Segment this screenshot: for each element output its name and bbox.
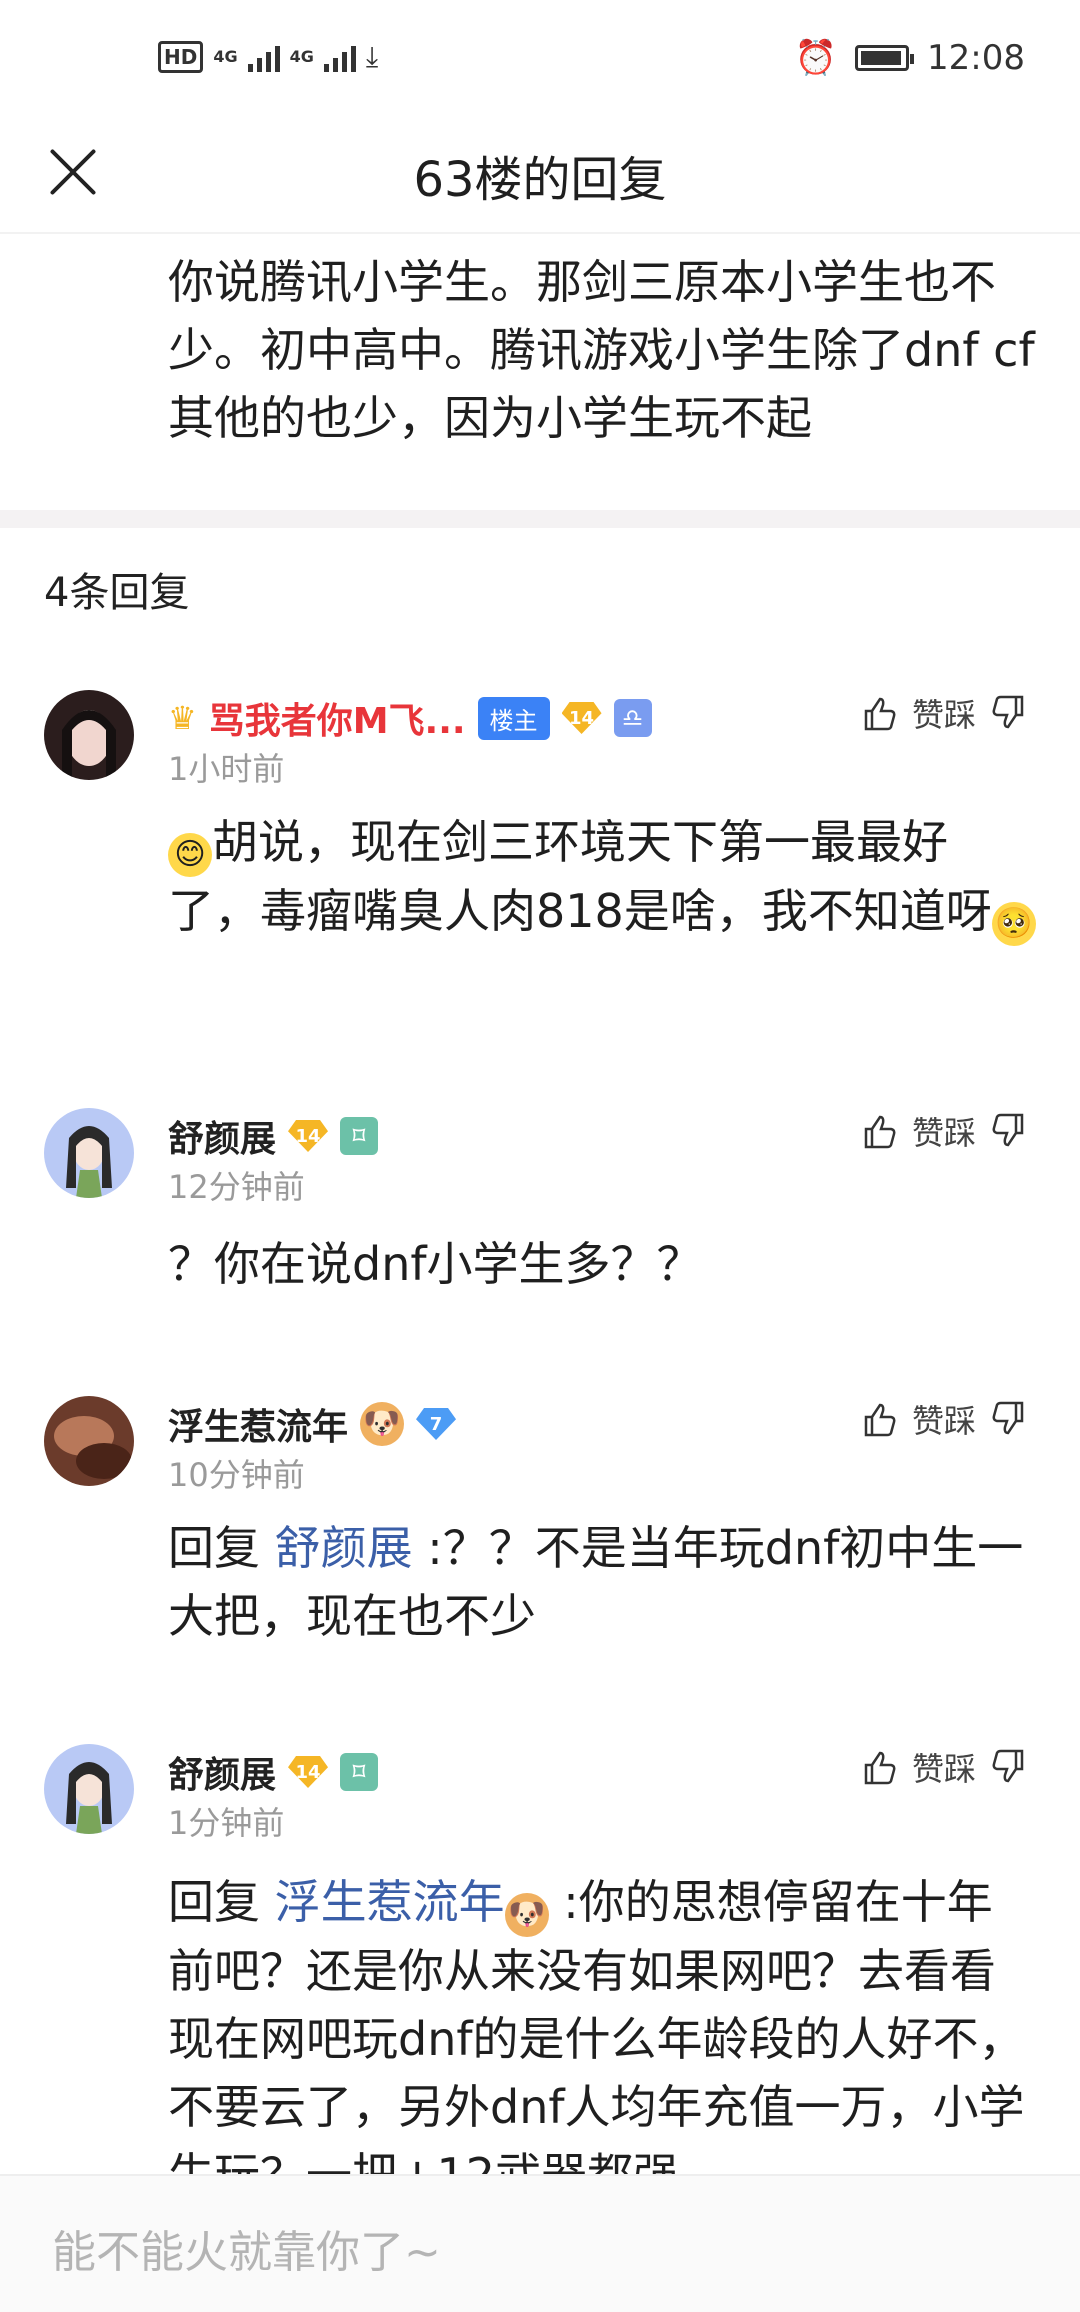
status-bar: HD 4G 4G ⤓ ⏰ 12:08: [0, 0, 1080, 120]
hd-icon: HD: [158, 41, 204, 73]
status-left: HD 4G 4G ⤓: [158, 40, 378, 74]
thumbs-up-icon[interactable]: [858, 1111, 898, 1151]
thumbs-up-icon[interactable]: [858, 1747, 898, 1787]
username-row: 舒颜展 14 ⌑: [168, 1746, 379, 1798]
clock: 12:08: [927, 38, 1025, 78]
username[interactable]: 舒颜展: [168, 1110, 276, 1162]
reply-input-placeholder[interactable]: 能不能火就靠你了~: [52, 2216, 441, 2280]
smile-emoji-icon: 😊: [168, 833, 212, 877]
username-row: 浮生惹流年 🐶 7: [168, 1398, 457, 1450]
comment-time: 12分钟前: [168, 1168, 305, 1206]
thumbs-down-icon[interactable]: [990, 1111, 1030, 1151]
puppy-eyes-emoji-icon: 🥺: [991, 902, 1036, 946]
avatar[interactable]: [44, 1744, 134, 1834]
battery-icon: [855, 45, 915, 71]
vote-label: 赞踩: [911, 1402, 976, 1440]
avatar[interactable]: [44, 690, 134, 780]
vote-label: 赞踩: [911, 1750, 976, 1788]
comment-text: ？你在说dnf小学生多？？: [168, 1237, 703, 1291]
crown-icon: ♛: [168, 699, 197, 737]
doge-emoji-icon: 🐶: [504, 1893, 549, 1937]
username-row: 舒颜展 14 ⌑: [168, 1110, 379, 1162]
medal-icon: ⌑: [340, 1753, 379, 1791]
comment-time: 1分钟前: [168, 1804, 285, 1842]
thumbs-down-icon[interactable]: [990, 693, 1030, 733]
vote-actions: 赞踩: [858, 1108, 1030, 1154]
libra-icon: ♎: [613, 699, 652, 737]
op-badge: 楼主: [477, 696, 550, 740]
page-title: 63楼的回复: [413, 152, 667, 208]
reply-count: 4条回复: [44, 570, 190, 616]
doge-emoji-icon: 🐶: [360, 1402, 405, 1446]
thumbs-up-icon[interactable]: [858, 693, 898, 733]
signal-icon-2: [323, 42, 356, 72]
comment-text: 😊 胡说，现在剑三环境天下第一最最好了，毒瘤嘴臭人肉818是啥，我不知道呀 🥺: [168, 808, 1038, 946]
vote-actions: 赞踩: [858, 690, 1030, 736]
section-divider: [0, 510, 1080, 528]
mention-link[interactable]: 舒颜展: [275, 1521, 413, 1575]
vote-actions: 赞踩: [858, 1396, 1030, 1442]
network-type-2: 4G: [289, 47, 314, 66]
avatar[interactable]: [44, 1396, 134, 1486]
username-row: ♛ 骂我者你M飞... 楼主 14 ♎: [168, 692, 652, 744]
status-right: ⏰ 12:08: [795, 38, 1025, 78]
vote-label: 赞踩: [911, 1114, 976, 1152]
thumbs-down-icon[interactable]: [990, 1747, 1030, 1787]
alarm-icon: ⏰: [794, 38, 838, 78]
comment-time: 1小时前: [168, 750, 285, 788]
username[interactable]: 浮生惹流年: [168, 1398, 348, 1450]
username[interactable]: 舒颜展: [168, 1746, 276, 1798]
avatar[interactable]: [44, 1108, 134, 1198]
mention-link[interactable]: 浮生惹流年: [275, 1875, 505, 1929]
original-post-text: 你说腾讯小学生。那剑三原本小学生也不少。初中高中。腾讯游戏小学生除了dnf cf…: [168, 255, 1035, 445]
reply-input-bar[interactable]: 能不能火就靠你了~: [0, 2174, 1080, 2312]
vote-actions: 赞踩: [858, 1744, 1030, 1790]
comment-text: 回复 舒颜展 :？？不是当年玩dnf初中生一大把，现在也不少: [168, 1521, 1024, 1643]
level-badge: 14: [288, 1756, 329, 1788]
thumbs-up-icon[interactable]: [858, 1399, 898, 1439]
vote-label: 赞踩: [911, 696, 976, 734]
signal-icon: [247, 42, 280, 72]
username[interactable]: 骂我者你M飞...: [209, 692, 466, 744]
thumbs-down-icon[interactable]: [990, 1399, 1030, 1439]
comment-text: 回复 浮生惹流年 🐶 :你的思想停留在十年前吧？还是你从来没有如果网吧？去看看现在…: [168, 1875, 1025, 2174]
comment-time: 10分钟前: [168, 1456, 305, 1494]
level-badge: 14: [561, 702, 602, 734]
medal-icon: ⌑: [340, 1117, 379, 1155]
download-icon: ⤓: [365, 40, 379, 73]
level-badge: 7: [416, 1408, 457, 1440]
header: 63楼的回复: [0, 120, 1080, 234]
level-badge: 14: [288, 1120, 329, 1152]
network-type-1: 4G: [213, 47, 238, 66]
